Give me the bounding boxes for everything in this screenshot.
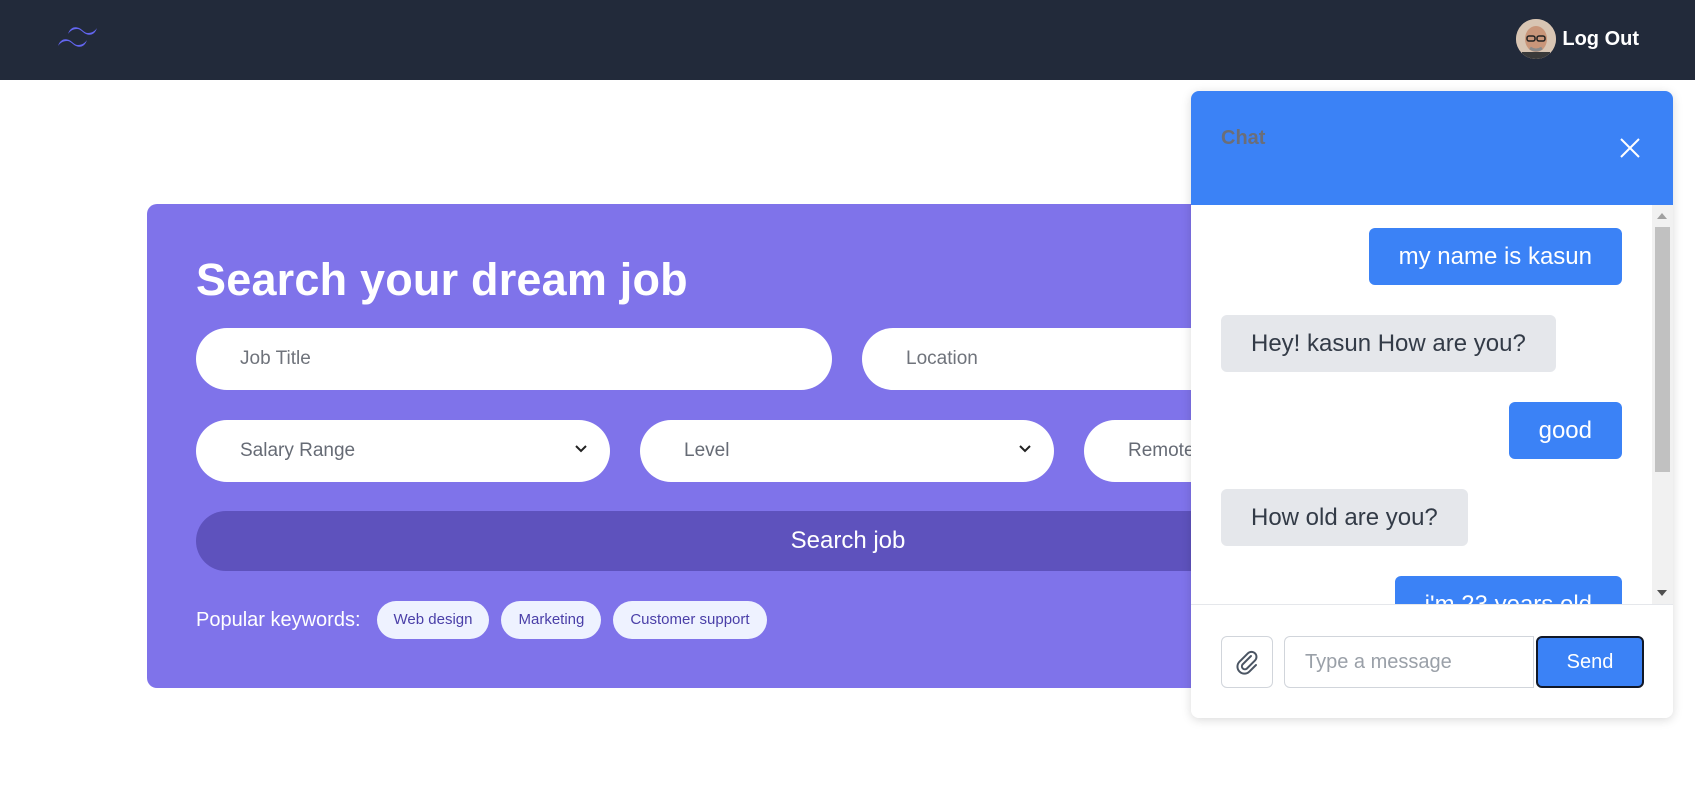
paperclip-icon [1236, 650, 1258, 675]
job-title-field[interactable] [196, 328, 832, 390]
chat-message-sent: good [1508, 402, 1622, 459]
user-menu[interactable]: Log Out [1516, 19, 1639, 59]
top-navbar: Log Out [0, 0, 1695, 80]
send-button[interactable]: Send [1536, 636, 1644, 688]
scroll-up-arrow-icon[interactable] [1657, 213, 1667, 219]
attach-button[interactable] [1221, 636, 1273, 688]
user-avatar[interactable] [1516, 19, 1557, 59]
chat-header: Chat [1191, 91, 1673, 205]
chat-message-sent: i'm 23 years old [1394, 576, 1622, 604]
chat-messages[interactable]: my name is kasun Hey! kasun How are you?… [1191, 205, 1673, 604]
chat-composer: Send [1191, 604, 1673, 718]
chat-scrollbar[interactable] [1652, 205, 1673, 604]
scroll-thumb[interactable] [1655, 227, 1670, 472]
keyword-chip[interactable]: Marketing [501, 601, 602, 639]
chevron-down-icon [575, 445, 587, 453]
keyword-chip[interactable]: Customer support [613, 601, 767, 639]
page-title: Search your dream job [196, 254, 688, 305]
chat-message-received: Hey! kasun How are you? [1221, 315, 1556, 372]
message-input[interactable] [1284, 636, 1534, 688]
logout-link[interactable]: Log Out [1562, 28, 1639, 51]
chat-message-sent: my name is kasun [1368, 228, 1622, 285]
job-title-input[interactable] [240, 348, 773, 370]
popular-keywords: Popular keywords: Web design Marketing C… [196, 601, 767, 639]
level-value: Level [684, 440, 730, 461]
chat-message-received: How old are you? [1221, 489, 1468, 546]
chevron-down-icon [1019, 445, 1031, 453]
salary-range-value: Salary Range [240, 440, 356, 461]
salary-range-select[interactable]: Salary Range [196, 420, 610, 482]
keywords-label: Popular keywords: [196, 608, 361, 631]
level-select[interactable]: Level [640, 420, 1054, 482]
chat-title: Chat [1221, 127, 1266, 149]
remote-value: Remote [1128, 440, 1195, 461]
keyword-chip[interactable]: Web design [376, 601, 490, 639]
tailwind-logo-icon[interactable] [54, 26, 102, 56]
chat-widget: Chat my name is kasun Hey! kasun How are… [1191, 91, 1673, 718]
scroll-down-arrow-icon[interactable] [1657, 590, 1667, 596]
close-icon[interactable] [1619, 137, 1641, 159]
